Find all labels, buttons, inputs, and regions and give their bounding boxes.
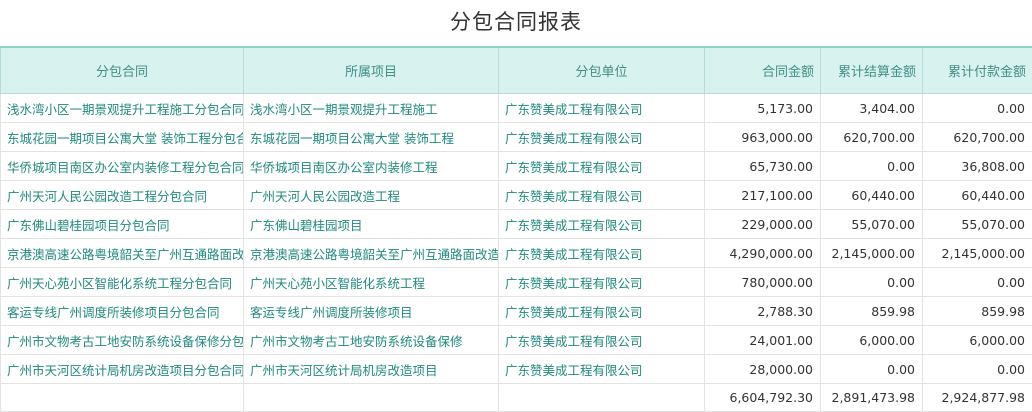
settled-cell: 2,145,000.00	[821, 239, 923, 268]
project-link[interactable]: 浅水湾小区一期景观提升工程施工	[244, 94, 499, 123]
paid-cell: 620,700.00	[923, 123, 1032, 152]
page-title: 分包合同报表	[0, 0, 1032, 46]
totals-empty-cell	[1, 384, 244, 412]
contract-link[interactable]: 广州天河人民公园改造工程分包合同	[1, 181, 244, 210]
settled-cell: 0.00	[821, 268, 923, 297]
column-header-settled[interactable]: 累计结算金额	[821, 47, 923, 94]
column-header-contract[interactable]: 分包合同	[1, 47, 244, 94]
column-header-unit[interactable]: 分包单位	[499, 47, 705, 94]
contract-link[interactable]: 客运专线广州调度所装修项目分包合同	[1, 297, 244, 326]
amount-cell: 963,000.00	[705, 123, 821, 152]
project-link[interactable]: 广州天河人民公园改造工程	[244, 181, 499, 210]
contract-link[interactable]: 浅水湾小区一期景观提升工程施工分包合同	[1, 94, 244, 123]
paid-cell: 36,808.00	[923, 152, 1032, 181]
table-row: 东城花园一期项目公寓大堂 装饰工程分包合同 东城花园一期项目公寓大堂 装饰工程 …	[1, 123, 1032, 152]
table-row: 客运专线广州调度所装修项目分包合同 客运专线广州调度所装修项目 广东赞美成工程有…	[1, 297, 1032, 326]
table-header-row: 分包合同 所属项目 分包单位 合同金额 累计结算金额 累计付款金额	[1, 47, 1032, 94]
amount-cell: 2,788.30	[705, 297, 821, 326]
unit-link[interactable]: 广东赞美成工程有限公司	[499, 297, 705, 326]
column-header-project[interactable]: 所属项目	[244, 47, 499, 94]
settled-cell: 3,404.00	[821, 94, 923, 123]
table-row: 广州天河人民公园改造工程分包合同 广州天河人民公园改造工程 广东赞美成工程有限公…	[1, 181, 1032, 210]
paid-cell: 0.00	[923, 94, 1032, 123]
unit-link[interactable]: 广东赞美成工程有限公司	[499, 239, 705, 268]
paid-cell: 0.00	[923, 268, 1032, 297]
settled-cell: 0.00	[821, 152, 923, 181]
contract-link[interactable]: 广州市天河区统计局机房改造项目分包合同	[1, 355, 244, 384]
project-link[interactable]: 广州天心苑小区智能化系统工程	[244, 268, 499, 297]
paid-cell: 0.00	[923, 355, 1032, 384]
total-amount-cell: 6,604,792.30	[705, 384, 821, 412]
amount-cell: 28,000.00	[705, 355, 821, 384]
project-link[interactable]: 广东佛山碧桂园项目	[244, 210, 499, 239]
unit-link[interactable]: 广东赞美成工程有限公司	[499, 326, 705, 355]
paid-cell: 60,440.00	[923, 181, 1032, 210]
settled-cell: 6,000.00	[821, 326, 923, 355]
totals-empty-cell	[499, 384, 705, 412]
table-row: 广州天心苑小区智能化系统工程分包合同 广州天心苑小区智能化系统工程 广东赞美成工…	[1, 268, 1032, 297]
unit-link[interactable]: 广东赞美成工程有限公司	[499, 152, 705, 181]
unit-link[interactable]: 广东赞美成工程有限公司	[499, 268, 705, 297]
project-link[interactable]: 东城花园一期项目公寓大堂 装饰工程	[244, 123, 499, 152]
total-settled-cell: 2,891,473.98	[821, 384, 923, 412]
project-link[interactable]: 广州市文物考古工地安防系统设备保修	[244, 326, 499, 355]
unit-link[interactable]: 广东赞美成工程有限公司	[499, 94, 705, 123]
settled-cell: 60,440.00	[821, 181, 923, 210]
contract-link[interactable]: 华侨城项目南区办公室内装修工程分包合同	[1, 152, 244, 181]
contract-link[interactable]: 广州天心苑小区智能化系统工程分包合同	[1, 268, 244, 297]
settled-cell: 859.98	[821, 297, 923, 326]
table-row: 广州市文物考古工地安防系统设备保修分包合同 广州市文物考古工地安防系统设备保修 …	[1, 326, 1032, 355]
table-row: 华侨城项目南区办公室内装修工程分包合同 华侨城项目南区办公室内装修工程 广东赞美…	[1, 152, 1032, 181]
project-link[interactable]: 华侨城项目南区办公室内装修工程	[244, 152, 499, 181]
table-row: 广州市天河区统计局机房改造项目分包合同 广州市天河区统计局机房改造项目 广东赞美…	[1, 355, 1032, 384]
contract-link[interactable]: 东城花园一期项目公寓大堂 装饰工程分包合同	[1, 123, 244, 152]
contract-link[interactable]: 广州市文物考古工地安防系统设备保修分包合同	[1, 326, 244, 355]
table-row: 广东佛山碧桂园项目分包合同 广东佛山碧桂园项目 广东赞美成工程有限公司 229,…	[1, 210, 1032, 239]
contract-link[interactable]: 京港澳高速公路粤境韶关至广州互通路面改造工程	[1, 239, 244, 268]
subcontract-report-table: 分包合同 所属项目 分包单位 合同金额 累计结算金额 累计付款金额 浅水湾小区一…	[0, 46, 1032, 412]
amount-cell: 24,001.00	[705, 326, 821, 355]
settled-cell: 0.00	[821, 355, 923, 384]
paid-cell: 859.98	[923, 297, 1032, 326]
paid-cell: 6,000.00	[923, 326, 1032, 355]
totals-row: 6,604,792.30 2,891,473.98 2,924,877.98	[1, 384, 1032, 412]
amount-cell: 229,000.00	[705, 210, 821, 239]
amount-cell: 217,100.00	[705, 181, 821, 210]
unit-link[interactable]: 广东赞美成工程有限公司	[499, 355, 705, 384]
unit-link[interactable]: 广东赞美成工程有限公司	[499, 181, 705, 210]
table-row: 浅水湾小区一期景观提升工程施工分包合同 浅水湾小区一期景观提升工程施工 广东赞美…	[1, 94, 1032, 123]
amount-cell: 780,000.00	[705, 268, 821, 297]
project-link[interactable]: 京港澳高速公路粤境韶关至广州互通路面改造工程	[244, 239, 499, 268]
project-link[interactable]: 广州市天河区统计局机房改造项目	[244, 355, 499, 384]
settled-cell: 55,070.00	[821, 210, 923, 239]
paid-cell: 2,145,000.00	[923, 239, 1032, 268]
unit-link[interactable]: 广东赞美成工程有限公司	[499, 123, 705, 152]
project-link[interactable]: 客运专线广州调度所装修项目	[244, 297, 499, 326]
unit-link[interactable]: 广东赞美成工程有限公司	[499, 210, 705, 239]
contract-link[interactable]: 广东佛山碧桂园项目分包合同	[1, 210, 244, 239]
amount-cell: 4,290,000.00	[705, 239, 821, 268]
settled-cell: 620,700.00	[821, 123, 923, 152]
column-header-paid[interactable]: 累计付款金额	[923, 47, 1032, 94]
total-paid-cell: 2,924,877.98	[923, 384, 1032, 412]
table-row: 京港澳高速公路粤境韶关至广州互通路面改造工程 京港澳高速公路粤境韶关至广州互通路…	[1, 239, 1032, 268]
totals-empty-cell	[244, 384, 499, 412]
amount-cell: 5,173.00	[705, 94, 821, 123]
column-header-amount[interactable]: 合同金额	[705, 47, 821, 94]
paid-cell: 55,070.00	[923, 210, 1032, 239]
amount-cell: 65,730.00	[705, 152, 821, 181]
